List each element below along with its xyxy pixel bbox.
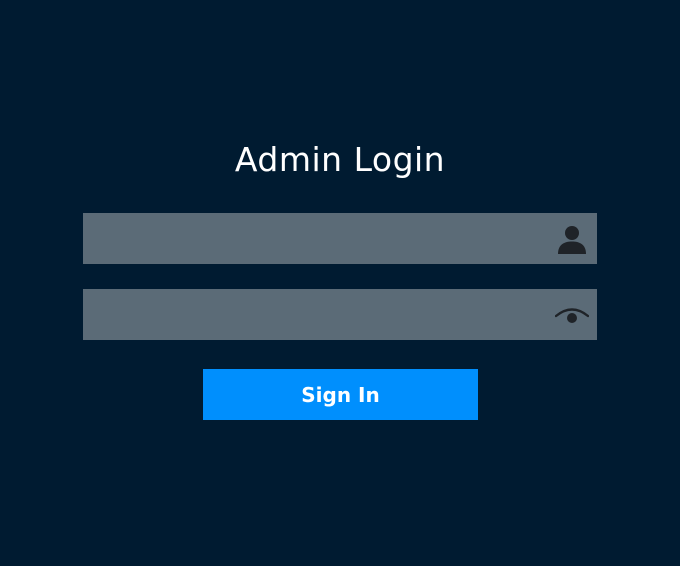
eye-icon[interactable]	[555, 298, 589, 332]
username-field[interactable]	[83, 213, 597, 264]
username-input[interactable]	[83, 213, 543, 264]
page-title: Admin Login	[234, 140, 446, 179]
user-icon	[558, 226, 586, 254]
password-field[interactable]	[83, 289, 597, 340]
password-input[interactable]	[83, 289, 543, 340]
sign-in-button[interactable]: Sign In	[203, 369, 478, 420]
